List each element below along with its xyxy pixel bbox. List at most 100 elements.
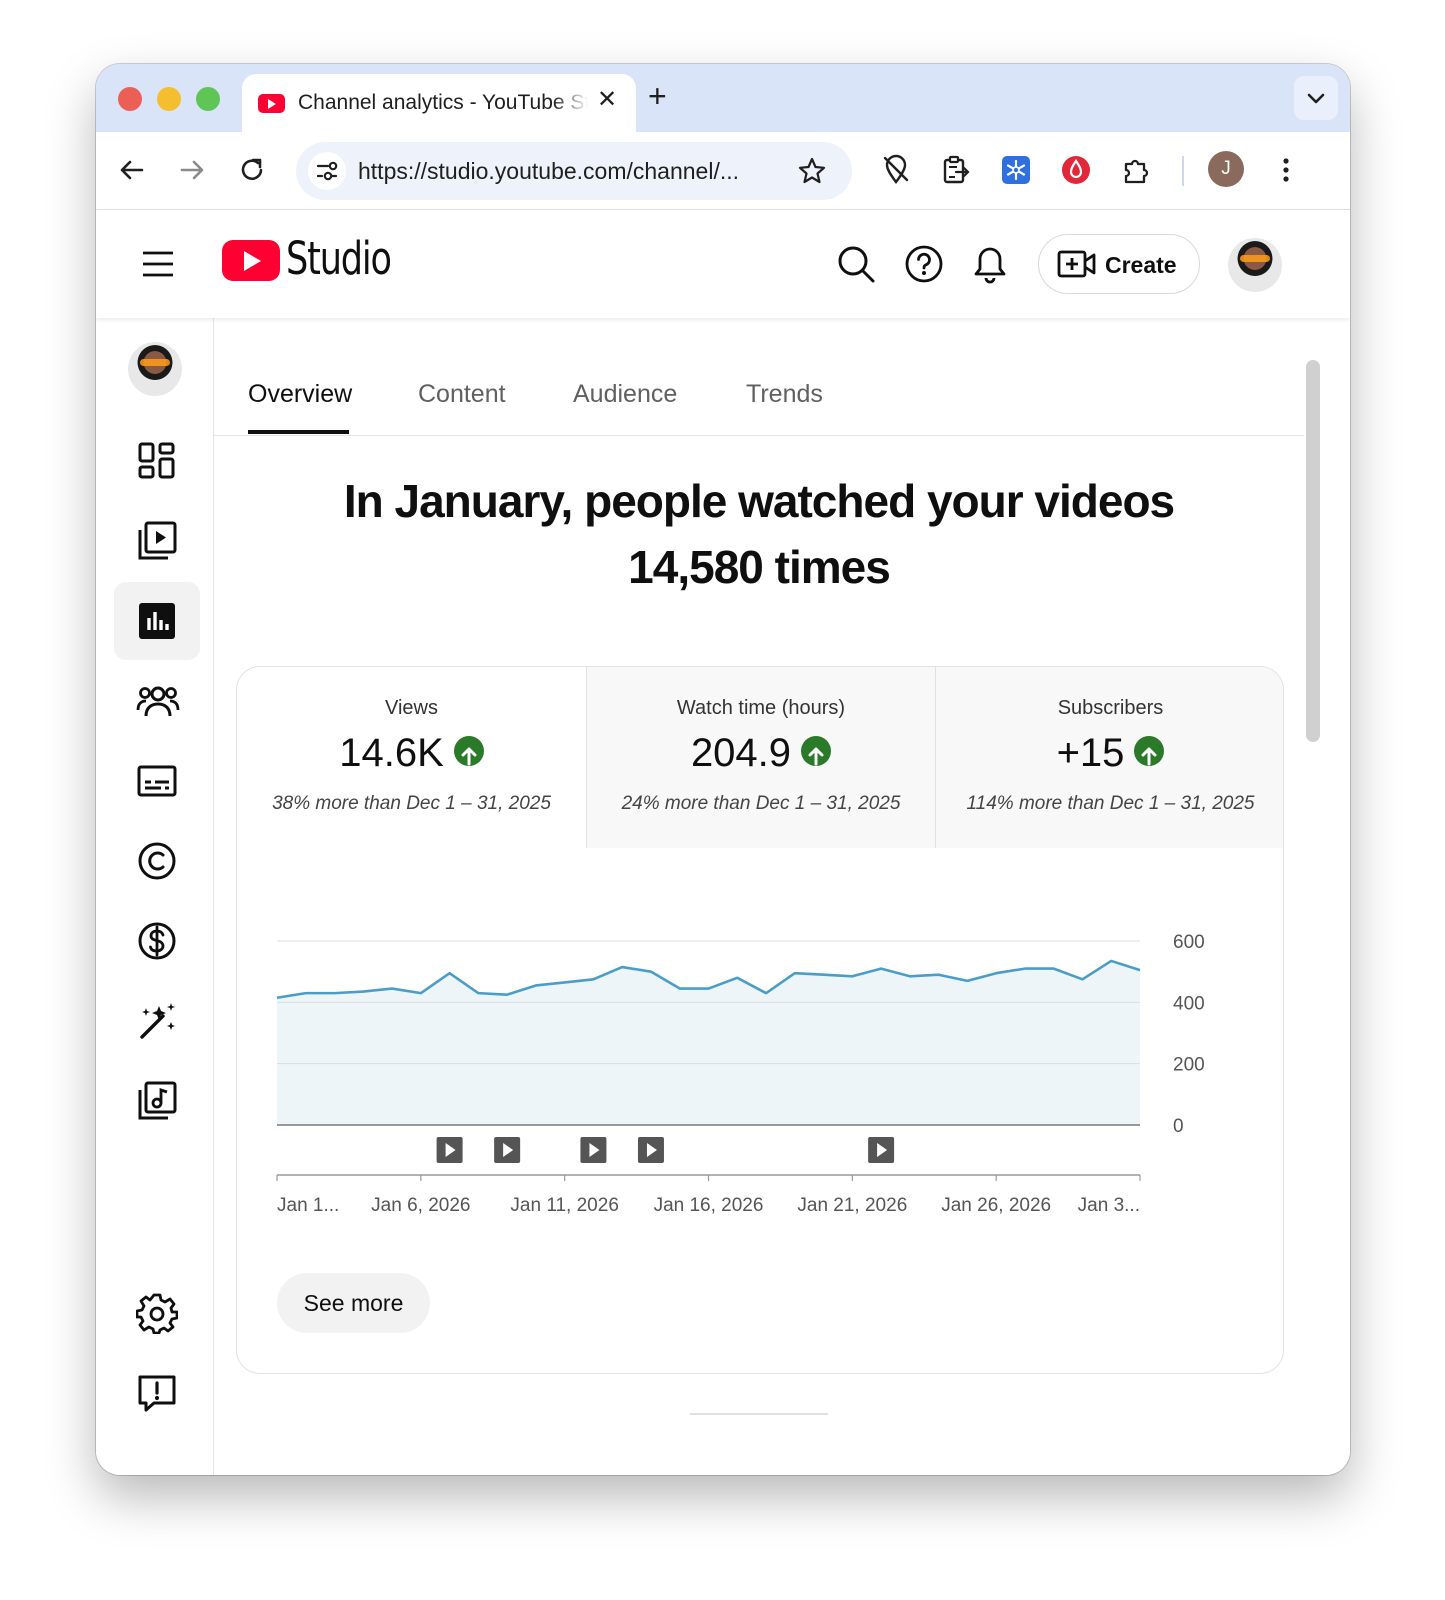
x-tick-label: Jan 16, 2026 — [654, 1195, 764, 1216]
settings-gear-icon — [136, 1293, 178, 1334]
tab-title: Channel analytics - YouTube Studio — [298, 91, 588, 114]
help-icon[interactable] — [904, 244, 944, 284]
hamburger-menu-icon[interactable] — [142, 250, 174, 278]
metric-watch-time[interactable]: Watch time (hours) 204.9 24% more than D… — [586, 667, 935, 848]
new-tab-button[interactable]: + — [648, 80, 667, 112]
extension-map-pin-off-icon[interactable] — [878, 152, 914, 188]
tab-search-button[interactable] — [1294, 76, 1338, 120]
reload-icon[interactable] — [236, 154, 268, 186]
youtube-logo-icon[interactable] — [222, 240, 280, 281]
url-text: https://studio.youtube.com/channel/... — [358, 158, 740, 184]
active-tab-indicator — [248, 430, 349, 434]
trend-up-icon — [453, 736, 484, 767]
monetization-dollar-icon — [138, 922, 176, 960]
trend-up-icon — [1134, 736, 1165, 767]
tab-audience[interactable]: Audience — [573, 380, 677, 409]
dashboard-icon — [138, 442, 175, 479]
content-video-icon — [138, 521, 177, 560]
notifications-bell-icon[interactable] — [972, 244, 1008, 284]
sidebar-item-community[interactable] — [114, 662, 200, 740]
section-divider — [690, 1413, 828, 1415]
extension-snowflake-icon[interactable] — [998, 152, 1034, 188]
magic-wand-icon — [140, 1003, 175, 1039]
metric-comparison: 114% more than Dec 1 – 31, 2025 — [966, 793, 1255, 814]
address-bar[interactable]: https://studio.youtube.com/channel/... — [296, 142, 852, 200]
browser-window: Channel analytics - YouTube Studio ✕ + h… — [96, 64, 1350, 1475]
toolbar-divider — [1182, 156, 1184, 186]
channel-avatar[interactable] — [128, 342, 182, 396]
metric-label: Views — [385, 697, 438, 719]
chevron-down-icon — [1307, 93, 1325, 104]
sidebar-item-earn[interactable] — [114, 902, 200, 980]
forward-arrow-icon[interactable] — [176, 154, 208, 186]
see-more-button[interactable]: See more — [277, 1273, 430, 1333]
studio-logo-text: Studio — [286, 232, 392, 285]
browser-profile-avatar[interactable]: J — [1208, 151, 1244, 187]
video-camera-add-icon — [1057, 250, 1096, 278]
analytics-chart-icon — [139, 603, 175, 639]
overview-card: Views 14.6K 38% more than Dec 1 – 31, 20… — [236, 666, 1284, 1374]
y-tick-label: 200 — [1173, 1055, 1205, 1076]
x-tick-label: Jan 21, 2026 — [797, 1195, 907, 1216]
x-tick-label: Jan 26, 2026 — [941, 1195, 1051, 1216]
feedback-icon — [138, 1375, 176, 1412]
create-label: Create — [1105, 252, 1177, 278]
headline-line-1: In January, people watched your videos — [343, 475, 1175, 527]
page-headline: In January, people watched your videos 1… — [234, 468, 1284, 600]
x-tick-label: Jan 3... — [1078, 1195, 1140, 1216]
create-button[interactable]: Create — [1038, 234, 1200, 294]
views-line-chart[interactable]: 600 400 200 0 Jan 1... Jan 6, 2026 Jan 11, 202… — [237, 887, 1284, 1227]
search-icon[interactable] — [836, 244, 876, 284]
metric-comparison: 38% more than Dec 1 – 31, 2025 — [272, 793, 551, 814]
close-window-button[interactable] — [118, 87, 142, 111]
sidebar-item-content[interactable] — [114, 502, 200, 580]
extension-clipboard-icon[interactable] — [938, 152, 974, 188]
sidebar-item-analytics[interactable] — [114, 582, 200, 660]
metric-value: 204.9 — [690, 730, 792, 775]
sidebar-item-copyright[interactable] — [114, 822, 200, 900]
subtitles-icon — [137, 765, 177, 797]
metric-subscribers[interactable]: Subscribers +15 114% more than Dec 1 – 3… — [935, 667, 1283, 848]
browser-toolbar: https://studio.youtube.com/channel/... J — [96, 132, 1350, 210]
chart-area-fill — [277, 960, 1140, 1125]
x-tick-label: Jan 6, 2026 — [371, 1195, 470, 1216]
trend-up-icon — [801, 736, 832, 767]
headline-line-2: 14,580 times — [628, 541, 891, 593]
metric-label: Subscribers — [1057, 697, 1164, 719]
sidebar-item-subtitles[interactable] — [114, 742, 200, 820]
more-vertical-icon[interactable] — [1278, 152, 1294, 188]
analytics-main: Overview Content Audience Trends In Janu… — [214, 318, 1350, 1475]
tab-close-icon[interactable]: ✕ — [597, 88, 617, 112]
tab-content[interactable]: Content — [418, 380, 506, 409]
metric-comparison: 24% more than Dec 1 – 31, 2025 — [621, 793, 901, 814]
community-people-icon — [136, 686, 180, 717]
copyright-icon — [138, 842, 176, 880]
x-tick-label: Jan 11, 2026 — [510, 1195, 618, 1216]
bookmark-star-icon[interactable] — [796, 155, 828, 187]
audio-library-icon — [138, 1081, 177, 1120]
sidebar-item-audio-library[interactable] — [114, 1062, 200, 1140]
studio-sidebar — [96, 318, 214, 1475]
y-tick-label: 600 — [1173, 932, 1205, 953]
tab-trends[interactable]: Trends — [746, 380, 823, 409]
metric-views[interactable]: Views 14.6K 38% more than Dec 1 – 31, 20… — [237, 667, 586, 848]
studio-header: Studio Create — [96, 210, 1350, 318]
tune-icon — [316, 161, 338, 181]
x-tick-label: Jan 1... — [277, 1195, 339, 1216]
site-info-button[interactable] — [308, 152, 346, 190]
scrollbar-thumb[interactable] — [1306, 360, 1320, 742]
sidebar-item-feedback[interactable] — [114, 1354, 200, 1432]
sidebar-item-dashboard[interactable] — [114, 422, 200, 500]
sidebar-item-settings[interactable] — [114, 1274, 200, 1352]
account-avatar[interactable] — [1228, 238, 1282, 292]
browser-tab-active[interactable]: Channel analytics - YouTube Studio ✕ — [242, 74, 636, 132]
extensions-puzzle-icon[interactable] — [1118, 152, 1154, 188]
minimize-window-button[interactable] — [157, 87, 181, 111]
tab-overview[interactable]: Overview — [248, 380, 352, 409]
metric-value: +15 — [1056, 730, 1125, 775]
extension-drop-icon[interactable] — [1058, 152, 1094, 188]
back-arrow-icon[interactable] — [116, 154, 148, 186]
maximize-window-button[interactable] — [196, 87, 220, 111]
analytics-tabs: Overview Content Audience Trends — [214, 318, 1304, 436]
sidebar-item-customization[interactable] — [114, 982, 200, 1060]
